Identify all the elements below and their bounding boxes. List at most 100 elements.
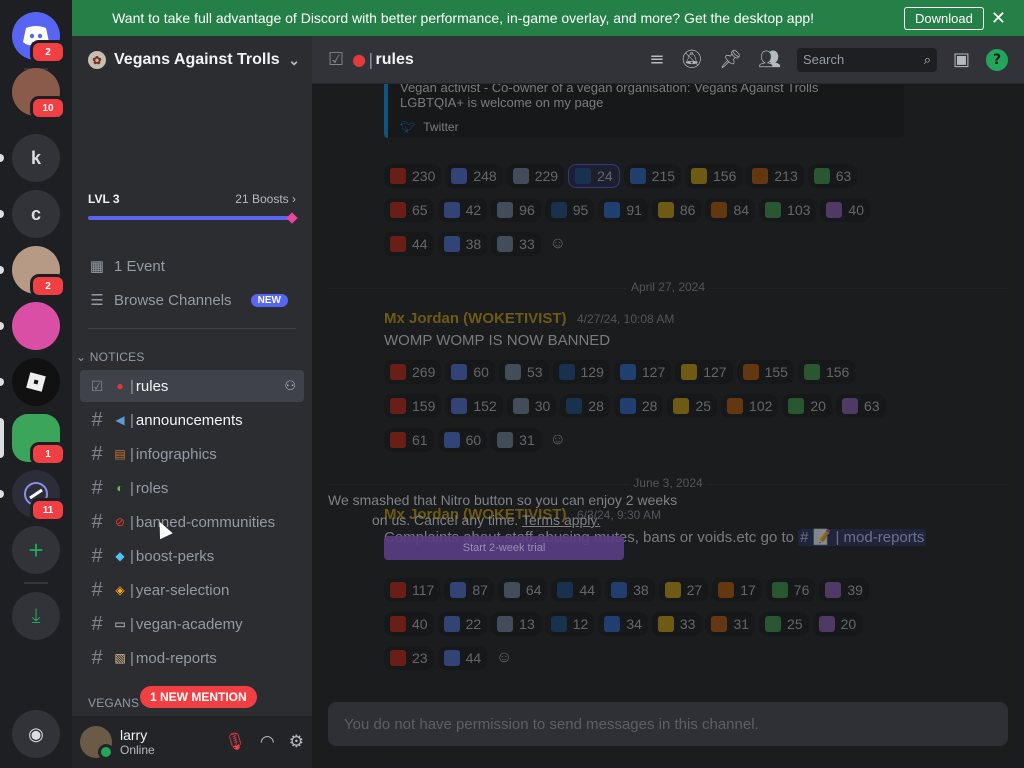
- help-icon[interactable]: ?: [986, 48, 1008, 71]
- terms-link[interactable]: Terms apply.: [522, 512, 600, 528]
- channel-separator: |: [130, 411, 134, 429]
- modal-backdrop[interactable]: [312, 84, 1024, 768]
- channel-separator: |: [130, 445, 134, 463]
- sidebar-divider: [88, 328, 296, 329]
- category-label: VEGANS: [88, 696, 140, 710]
- notification-muted-icon[interactable]: 🔕︎: [680, 49, 703, 70]
- new-tag: NEW: [250, 293, 288, 307]
- channel-rules[interactable]: ☑ ● | rules ⚇: [80, 370, 304, 402]
- channel-separator: |: [130, 649, 134, 667]
- avatar[interactable]: [80, 726, 114, 760]
- unread-pill: [0, 210, 4, 218]
- events-item[interactable]: ▦ 1 Event: [80, 250, 304, 282]
- online-status-icon: [98, 744, 114, 760]
- notification-badge: 2: [30, 274, 66, 298]
- composer-placeholder: You do not have permission to send messa…: [344, 715, 759, 733]
- category-vegans[interactable]: VEGANS: [88, 696, 139, 710]
- hash-icon: #: [91, 544, 103, 567]
- hash-icon: #: [91, 510, 103, 533]
- channel-banned-communities[interactable]: # ⊘ | banned-communities: [80, 506, 304, 538]
- channel-roles[interactable]: # ◐ | roles: [80, 472, 304, 504]
- gear-icon[interactable]: ⚙: [289, 732, 304, 752]
- channel-infographics[interactable]: # ▤ | infographics: [80, 438, 304, 470]
- category-notices[interactable]: ⌄ NOTICES: [76, 350, 145, 364]
- username: larry: [120, 727, 148, 743]
- notification-badge: 11: [30, 498, 66, 522]
- hash-icon: #: [91, 442, 103, 465]
- channel-boost-perks[interactable]: # ◆ | boost-perks: [80, 540, 304, 572]
- notification-badge: 2: [30, 40, 66, 64]
- rail-divider: [24, 582, 48, 584]
- boost-gem-icon: [286, 212, 298, 224]
- browse-icon: ☰: [90, 292, 104, 309]
- server-vegans-button[interactable]: 1: [12, 414, 66, 466]
- search-input[interactable]: Search ⌕: [796, 47, 937, 72]
- events-label: 1 Event: [114, 257, 165, 275]
- user-status: Online: [120, 743, 155, 757]
- channel-name: roles: [135, 479, 169, 497]
- unread-pill: [0, 490, 4, 498]
- channel-mod-reports[interactable]: # ▧ | mod-reports: [80, 642, 304, 674]
- mic-muted-icon[interactable]: 🎙︎: [224, 732, 246, 752]
- desktop-app-banner: Want to take full advantage of Discord w…: [72, 0, 1024, 36]
- dm-avatar-button[interactable]: 10: [12, 68, 66, 120]
- new-mention-pill[interactable]: 1 NEW MENTION: [140, 686, 257, 708]
- channel-separator: |: [130, 581, 134, 599]
- add-server-button[interactable]: +: [12, 526, 60, 574]
- browse-channels-item[interactable]: ☰ Browse Channels NEW: [80, 284, 304, 316]
- user-controls: 🎙︎ ◠ ⚙: [224, 732, 304, 752]
- server-initial: k: [30, 147, 41, 168]
- channel-title: rules: [375, 50, 414, 68]
- members-icon[interactable]: 👥︎: [758, 49, 781, 70]
- roblox-icon: [26, 372, 46, 392]
- user-info[interactable]: larry Online: [120, 727, 155, 757]
- compass-icon: ◉: [28, 723, 44, 744]
- hash-icon: #: [91, 646, 103, 669]
- server-link-button[interactable]: 11: [12, 470, 66, 522]
- nitro-trial-button[interactable]: Start 2-week trial: [384, 536, 624, 560]
- plus-icon: +: [28, 534, 44, 565]
- nitro-text-line2: on us. Cancel any time.: [372, 512, 519, 528]
- download-apps-button[interactable]: ⤓: [12, 592, 60, 640]
- channel-header: ☑ ● | rules ≡ 🔕︎ 📌︎ 👥︎ Search ⌕ ▣ ?: [312, 36, 1024, 84]
- channel-year-selection[interactable]: # ◈ | year-selection: [80, 574, 304, 606]
- header-toolbar: ≡ 🔕︎ 📌︎ 👥︎ Search ⌕ ▣ ?: [649, 47, 1008, 72]
- channel-vegan-academy[interactable]: # ▭ | vegan-academy: [80, 608, 304, 640]
- invite-icon[interactable]: ⚇: [284, 378, 296, 394]
- unread-pill: [0, 378, 4, 386]
- channel-announcements[interactable]: # ◀ | announcements: [80, 404, 304, 436]
- message-composer-disabled: You do not have permission to send messa…: [328, 702, 1008, 746]
- unread-pill: [0, 154, 4, 162]
- server-k-button[interactable]: k: [12, 134, 60, 182]
- channel-name: mod-reports: [135, 649, 217, 667]
- server-header[interactable]: ✿ Vegans Against Trolls ⌄: [72, 36, 312, 84]
- download-button[interactable]: Download: [904, 6, 984, 30]
- search-icon: ⌕: [923, 51, 931, 67]
- boost-count-text: 21 Boosts: [235, 192, 289, 206]
- download-icon: ⤓: [31, 604, 41, 627]
- channel-separator: |: [130, 377, 134, 395]
- channel-name: vegan-academy: [135, 615, 243, 633]
- close-icon[interactable]: ✕: [991, 8, 1006, 29]
- channel-separator: |: [130, 479, 134, 497]
- threads-icon[interactable]: ≡: [649, 49, 664, 70]
- server-pink-button[interactable]: [12, 302, 60, 350]
- unread-pill: [0, 322, 4, 330]
- server-roblox-button[interactable]: [12, 358, 60, 406]
- inbox-icon[interactable]: ▣: [953, 49, 970, 70]
- channel-name: rules: [135, 377, 169, 395]
- channel-separator: |: [130, 513, 134, 531]
- nitro-promo: We smashed that Nitro button so you can …: [328, 490, 708, 560]
- boost-progress[interactable]: LVL 3 21 Boosts ›: [88, 192, 298, 224]
- server-icon: ✿: [88, 51, 106, 69]
- channel-name: announcements: [135, 411, 243, 429]
- channel-name: boost-perks: [135, 547, 215, 565]
- pin-icon[interactable]: 📌︎: [719, 49, 742, 70]
- server-avatar-button[interactable]: 2: [12, 246, 66, 298]
- headphones-icon[interactable]: ◠: [260, 732, 275, 752]
- unread-pill: [0, 266, 4, 274]
- discord-home-button[interactable]: 2: [12, 12, 66, 64]
- hash-icon: #: [91, 578, 103, 601]
- server-c-button[interactable]: c: [12, 190, 60, 238]
- discover-button[interactable]: ◉: [12, 710, 60, 758]
